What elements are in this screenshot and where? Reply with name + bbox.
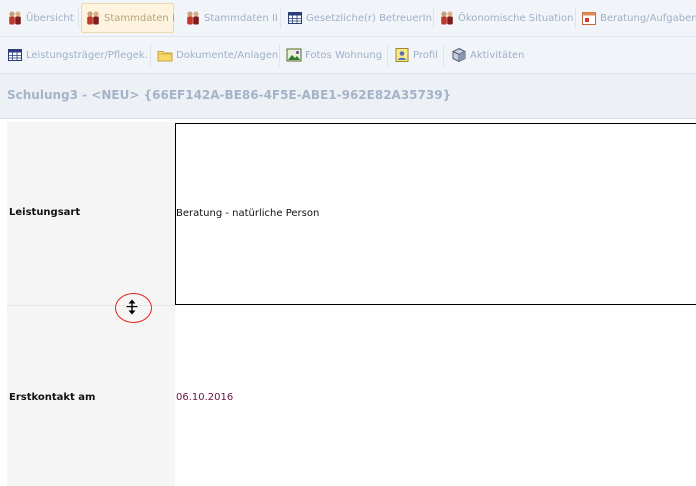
tab-beratung-aufgaben[interactable]: Beratung/Aufgaben/	[578, 3, 696, 33]
toolbar-separator	[387, 44, 388, 66]
toolbar-separator	[280, 7, 281, 29]
tab-label: Stammdaten II	[204, 12, 278, 24]
tab-fotos-wohnung[interactable]: Fotos Wohnung	[283, 40, 386, 70]
toolbar-separator	[150, 44, 151, 66]
tab-label: Aktivitäten	[470, 49, 525, 61]
tab-uebersicht[interactable]: Übersicht	[4, 3, 78, 33]
leistungsart-value: Beratung - natürliche Person	[176, 208, 320, 219]
photo-icon	[286, 47, 302, 63]
tab-label: Fotos Wohnung	[305, 49, 383, 61]
calendar-icon	[581, 10, 597, 26]
tab-dokumente-anlagen[interactable]: Dokumente/Anlagen	[154, 40, 282, 70]
tab-oekonomische-situation[interactable]: Ökonomische Situation	[436, 3, 577, 33]
tab-gesetzliche-betreuerin[interactable]: Gesetzliche(r) BetreuerIn	[284, 3, 436, 33]
grid-table-icon	[287, 10, 303, 26]
profile-icon	[394, 47, 410, 63]
cube-icon	[451, 47, 467, 63]
tab-label: Beratung/Aufgaben/	[600, 12, 696, 24]
tab-stammdaten-2[interactable]: Stammdaten II	[182, 3, 282, 33]
tab-label: Dokumente/Anlagen	[176, 49, 279, 61]
main-toolbar: Übersicht Stammdaten I Stammdaten II Ges…	[0, 0, 696, 37]
tab-profil[interactable]: Profil	[391, 40, 442, 70]
tab-label: Ökonomische Situation	[458, 12, 574, 24]
erstkontakt-label: Erstkontakt am	[9, 392, 96, 403]
tab-label: Stammdaten I	[104, 12, 175, 24]
tab-stammdaten-1[interactable]: Stammdaten I	[81, 3, 175, 33]
tab-label: Gesetzliche(r) BetreuerIn	[306, 12, 432, 24]
toolbar-separator	[433, 7, 434, 29]
toolbar-separator	[279, 44, 280, 66]
toolbar-separator	[78, 7, 79, 29]
tab-label: Übersicht	[26, 12, 74, 24]
people-icon	[85, 10, 101, 26]
tab-aktivitaeten[interactable]: Aktivitäten	[448, 40, 529, 70]
people-icon	[439, 10, 455, 26]
toolbar-separator	[575, 7, 576, 29]
erstkontakt-value[interactable]: 06.10.2016	[176, 392, 233, 403]
grid-table-icon	[7, 47, 23, 63]
folder-icon	[157, 47, 173, 63]
row-resize-cursor-icon	[126, 299, 138, 315]
people-icon	[185, 10, 201, 26]
leistungsart-label: Leistungsart	[9, 207, 81, 218]
secondary-toolbar: Leistungsträger/Pflegek. Dokumente/Anlag…	[0, 37, 696, 74]
tab-label: Leistungsträger/Pflegek.	[26, 49, 148, 61]
record-title: Schulung3 - <NEU> {66EF142A-BE86-4F5E-AB…	[7, 88, 452, 102]
tab-leistungstraeger[interactable]: Leistungsträger/Pflegek.	[4, 40, 152, 70]
record-header: Schulung3 - <NEU> {66EF142A-BE86-4F5E-AB…	[0, 74, 696, 119]
toolbar-separator	[443, 44, 444, 66]
tab-label: Profil	[413, 49, 438, 61]
people-icon	[7, 10, 23, 26]
